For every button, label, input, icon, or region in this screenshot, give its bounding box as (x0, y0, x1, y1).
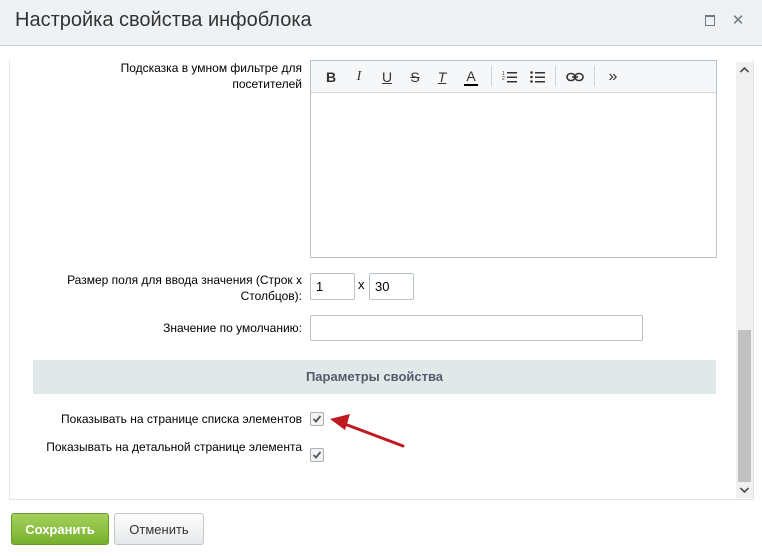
toolbar-separator (594, 66, 595, 86)
cols-input[interactable] (369, 273, 414, 300)
link-icon[interactable] (564, 67, 586, 87)
scroll-down-icon[interactable] (736, 481, 753, 498)
rows-input[interactable] (310, 273, 355, 300)
editor-toolbar: B I U S T A 12 » (311, 61, 716, 93)
toolbar-separator (555, 66, 556, 86)
dialog-header: Настройка свойства инфоблока ✕ (0, 0, 762, 46)
save-button[interactable]: Сохранить (11, 513, 109, 545)
font-color-icon[interactable]: A (464, 67, 478, 86)
hint-label: Подсказка в умном фильтре для посетителе… (120, 61, 302, 91)
size-label: Размер поля для ввода значения (Строк x … (67, 273, 302, 303)
unordered-list-icon[interactable] (527, 67, 549, 87)
params-section-title: Параметры свойства (305, 369, 444, 384)
scrollbar[interactable] (736, 62, 753, 498)
show-in-detail-checkbox[interactable] (310, 448, 324, 462)
svg-text:2: 2 (502, 76, 505, 82)
ordered-list-icon[interactable]: 12 (499, 67, 521, 87)
cancel-button[interactable]: Отменить (114, 513, 204, 545)
annotation-arrow-icon (330, 414, 405, 448)
close-icon[interactable]: ✕ (730, 12, 746, 30)
dialog-title: Настройка свойства инфоблока (15, 9, 312, 31)
show-in-list-label: Показывать на странице списка элементов (61, 412, 302, 426)
strikethrough-icon[interactable]: S (404, 67, 426, 87)
size-separator: x (358, 277, 365, 292)
toolbar-separator (491, 66, 492, 86)
params-section-header: Параметры свойства (33, 360, 716, 394)
maximize-icon[interactable] (702, 12, 718, 30)
underline-icon[interactable]: U (376, 67, 398, 87)
show-in-detail-label: Показывать на детальной странице элемент… (46, 440, 302, 454)
more-icon[interactable]: » (602, 67, 624, 87)
scroll-up-icon[interactable] (736, 62, 753, 79)
dialog-content: Подсказка в умном фильтре для посетителе… (9, 60, 754, 500)
default-value-input[interactable] (310, 315, 643, 341)
hint-editor: B I U S T A 12 » (310, 60, 717, 258)
show-in-list-checkbox[interactable] (310, 412, 324, 426)
scrollbar-thumb[interactable] (738, 330, 751, 482)
hint-editor-area[interactable] (311, 93, 716, 257)
bold-icon[interactable]: B (320, 67, 342, 87)
remove-format-icon[interactable]: T (431, 67, 453, 87)
italic-icon[interactable]: I (348, 67, 370, 87)
default-value-label: Значение по умолчанию: (163, 321, 302, 335)
